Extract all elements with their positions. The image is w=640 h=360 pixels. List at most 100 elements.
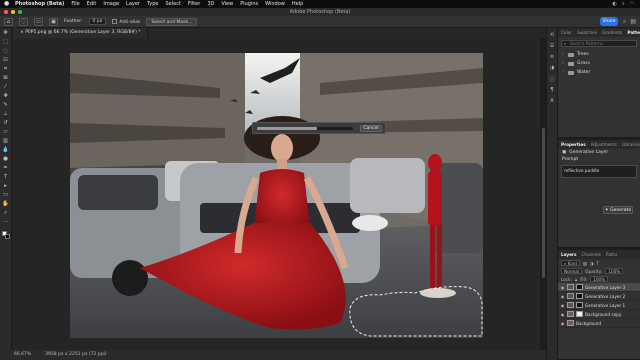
crop-tool-icon[interactable]: ⌗	[2, 66, 10, 73]
zoom-tool-icon[interactable]: ⌕	[2, 210, 10, 217]
anti-alias-checkbox[interactable]	[112, 18, 118, 24]
info-panel-icon[interactable]: ⓘ	[548, 76, 556, 83]
anti-alias-toggle[interactable]: Anti-alias	[112, 18, 140, 25]
object-select-icon[interactable]: ⊡	[2, 57, 10, 64]
layer-mask-thumbnail[interactable]	[576, 302, 583, 308]
new-selection-icon[interactable]: ▭	[34, 17, 43, 26]
eye-icon[interactable]: ◉	[560, 285, 565, 290]
adjustments-panel-icon[interactable]: ◑	[548, 65, 556, 72]
fill-input[interactable]: 100%	[590, 276, 609, 282]
cancel-button[interactable]: Cancel	[360, 125, 382, 132]
menu-filter[interactable]: Filter	[188, 1, 200, 7]
background-color-swatch[interactable]	[5, 234, 10, 239]
libraries-panel-icon[interactable]: ☰	[548, 43, 556, 50]
layer-mask-thumbnail[interactable]	[576, 284, 583, 290]
tab-libraries[interactable]: Libraries	[622, 140, 640, 149]
healing-brush-icon[interactable]: ✚	[2, 93, 10, 100]
frame-tool-icon[interactable]: ⊠	[2, 75, 10, 82]
control-center-icon[interactable]: ◐	[612, 1, 616, 7]
tab-swatches[interactable]: Swatches	[577, 28, 597, 37]
tab-gradients[interactable]: Gradients	[602, 28, 622, 37]
layer-name[interactable]: Generative Layer 2	[585, 294, 625, 299]
color-swatches[interactable]	[2, 231, 10, 239]
layer-mask-thumbnail[interactable]	[576, 311, 583, 317]
chevron-right-icon[interactable]: ›	[562, 50, 565, 59]
patterns-search-input[interactable]: ⌕ Search Patterns	[561, 40, 637, 47]
chevron-right-icon[interactable]: ›	[562, 59, 565, 68]
home-icon[interactable]: ⌂	[4, 17, 13, 26]
pattern-folder-trees[interactable]: › Trees	[558, 50, 640, 59]
move-tool-icon[interactable]: ✥	[2, 30, 10, 37]
gradient-tool-icon[interactable]: ▥	[2, 138, 10, 145]
hand-tool-icon[interactable]: ✋	[2, 201, 10, 208]
layer-name[interactable]: Background copy	[585, 312, 621, 317]
menu-file[interactable]: File	[71, 1, 79, 7]
clone-stamp-icon[interactable]: ⊥	[2, 111, 10, 118]
type-tool-icon[interactable]: T	[2, 174, 10, 181]
layer-row[interactable]: ◉ Background copy	[558, 310, 640, 319]
feather-input[interactable]: 0 px	[88, 18, 107, 25]
filter-type-icon[interactable]: T	[597, 261, 600, 266]
share-button[interactable]: Share	[600, 17, 618, 26]
eraser-icon[interactable]: ▱	[2, 129, 10, 136]
eye-icon[interactable]: ◉	[560, 321, 565, 326]
filter-pixel-icon[interactable]: ▨	[583, 261, 587, 266]
scroll-thumb[interactable]	[542, 128, 545, 278]
tab-adjustments[interactable]: Adjustments	[591, 140, 617, 149]
layer-name[interactable]: Generative Layer 1	[585, 303, 625, 308]
opacity-input[interactable]: 100%	[605, 268, 624, 274]
layer-row[interactable]: ◉ Generative Layer 1	[558, 301, 640, 310]
pattern-folder-grass[interactable]: › Grass	[558, 59, 640, 68]
menu-3d[interactable]: 3D	[207, 1, 214, 7]
layer-mask-thumbnail[interactable]	[576, 293, 583, 299]
zoom-window-button[interactable]	[18, 10, 22, 14]
menu-window[interactable]: Window	[265, 1, 285, 7]
lasso-tool-icon[interactable]: ◌	[2, 48, 10, 55]
zoom-level[interactable]: 66.67%	[14, 350, 31, 360]
dodge-tool-icon[interactable]: ●	[2, 156, 10, 163]
menu-view[interactable]: View	[221, 1, 233, 7]
blend-mode-select[interactable]: Normal	[561, 268, 583, 274]
paragraph-panel-icon[interactable]: ¶	[548, 87, 556, 94]
prompt-input[interactable]: reflective puddle	[561, 165, 637, 178]
close-window-button[interactable]	[4, 10, 8, 14]
brush-tool-icon[interactable]: ✎	[2, 102, 10, 109]
tab-patterns[interactable]: Patterns	[627, 28, 640, 37]
shape-tool-icon[interactable]: ▭	[2, 192, 10, 199]
layer-name[interactable]: Generative Layer 3	[585, 285, 625, 290]
more-tools-icon[interactable]: ⋯	[2, 219, 10, 226]
add-selection-icon[interactable]: ▣	[49, 17, 58, 26]
eye-icon[interactable]: ◉	[560, 303, 565, 308]
menu-app-name[interactable]: Photoshop (Beta)	[15, 1, 64, 7]
pattern-folder-water[interactable]: › Water	[558, 68, 640, 77]
tab-color[interactable]: Color	[561, 28, 572, 37]
wifi-icon[interactable]: ◠	[630, 1, 634, 7]
menu-help[interactable]: Help	[292, 1, 303, 7]
search-icon[interactable]: ⌕	[623, 18, 626, 26]
eye-icon[interactable]: ◉	[560, 312, 565, 317]
eyedropper-icon[interactable]: ⁄	[2, 84, 10, 91]
menu-select[interactable]: Select	[165, 1, 180, 7]
menu-edit[interactable]: Edit	[87, 1, 97, 7]
blur-tool-icon[interactable]: 💧	[2, 147, 10, 154]
layer-row[interactable]: ◉ Background	[558, 319, 640, 328]
menu-image[interactable]: Image	[103, 1, 119, 7]
generate-button[interactable]: ✦ Generate	[603, 206, 633, 214]
lock-icon[interactable]: 🔒︎	[575, 277, 577, 282]
kind-filter-select[interactable]: ⌕ Kind	[561, 260, 580, 266]
layer-name[interactable]: Background	[576, 321, 601, 326]
document-image[interactable]	[70, 53, 483, 338]
tab-properties[interactable]: Properties	[561, 140, 586, 149]
marquee-tool-icon[interactable]: ⬚	[2, 39, 10, 46]
menu-plugins[interactable]: Plugins	[240, 1, 258, 7]
lasso-tool-icon[interactable]: ◌	[19, 17, 28, 26]
menu-type[interactable]: Type	[147, 1, 158, 7]
eye-icon[interactable]: ◉	[560, 294, 565, 299]
properties-panel-icon[interactable]: ≡	[548, 54, 556, 61]
tab-paths[interactable]: Paths	[606, 250, 617, 259]
select-and-mask-button[interactable]: Select and Mask...	[146, 17, 198, 26]
minimize-window-button[interactable]	[11, 10, 15, 14]
apple-icon[interactable]: ●	[4, 1, 10, 7]
pen-tool-icon[interactable]: ✒	[2, 165, 10, 172]
character-panel-icon[interactable]: A	[548, 98, 556, 105]
